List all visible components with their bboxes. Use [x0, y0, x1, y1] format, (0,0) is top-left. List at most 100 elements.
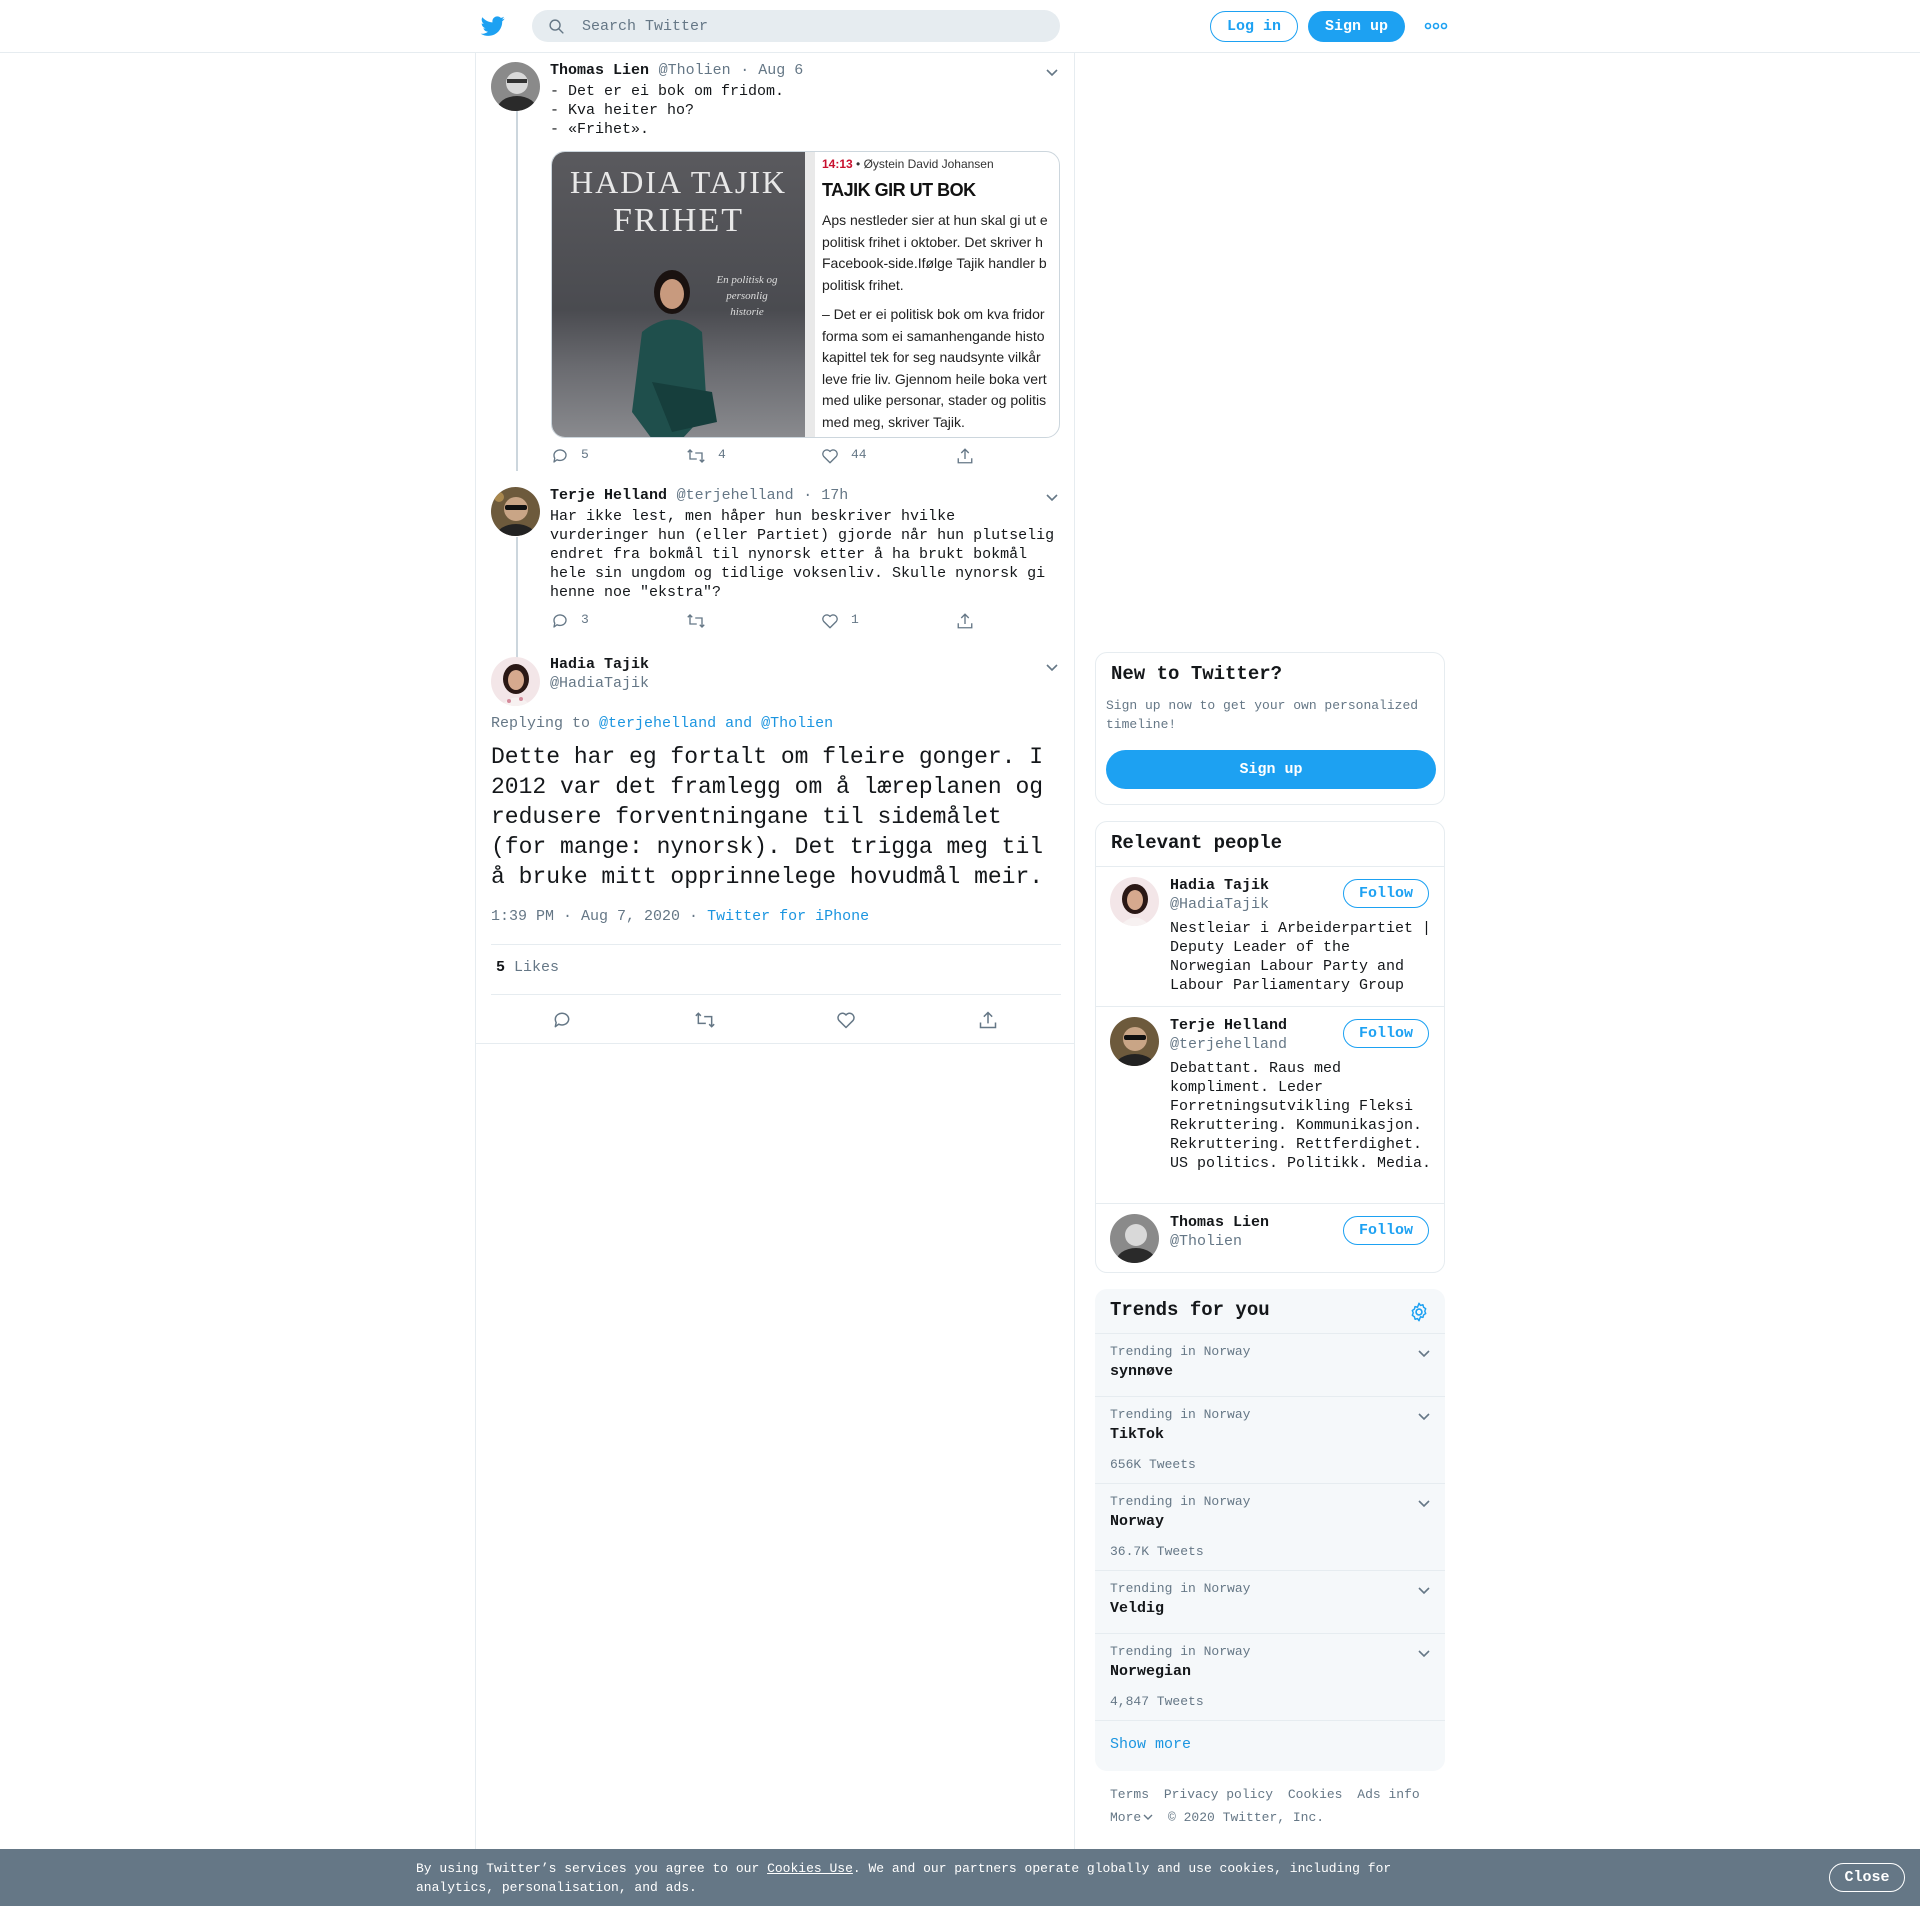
share-icon: [979, 1011, 997, 1029]
divider: [476, 1043, 1074, 1044]
like-button[interactable]: 1: [821, 612, 859, 630]
reply-button[interactable]: 3: [551, 612, 589, 630]
tweet-author-name[interactable]: Hadia Tajik: [550, 656, 649, 673]
person-handle[interactable]: @Tholien: [1170, 1233, 1242, 1250]
divider: [491, 994, 1061, 995]
trend-context: Trending in Norway: [1110, 1644, 1251, 1659]
chevron-down-icon[interactable]: [1417, 1585, 1431, 1595]
person-name[interactable]: Thomas Lien: [1170, 1214, 1269, 1231]
reply-button[interactable]: [552, 1010, 584, 1030]
trend-context: Trending in Norway: [1110, 1494, 1251, 1509]
main-timeline: Thomas Lien @Tholien · Aug 6 - Det er ei…: [475, 53, 1075, 1853]
article-line: Aps nestleder sier at hun skal gi ut e: [822, 212, 1048, 228]
retweet-button[interactable]: [686, 612, 718, 630]
retweet-icon: [695, 1012, 715, 1028]
trend-item[interactable]: Trending in Norway TikTok 656K Tweets: [1095, 1396, 1445, 1483]
reply-count: 3: [581, 612, 589, 627]
cookies-use-link[interactable]: Cookies Use: [767, 1861, 853, 1876]
show-more-link[interactable]: Show more: [1110, 1736, 1191, 1753]
person-handle[interactable]: @HadiaTajik: [1170, 896, 1269, 913]
chevron-down-icon: [1143, 1814, 1153, 1820]
trend-name: synnøve: [1110, 1363, 1174, 1380]
follow-button[interactable]: Follow: [1343, 1019, 1429, 1048]
tweet-author-name[interactable]: Thomas Lien: [550, 62, 649, 79]
article-author: • Øystein David Johansen: [856, 157, 994, 171]
sidebar-signup-button[interactable]: Sign up: [1106, 750, 1436, 789]
like-button[interactable]: 44: [821, 447, 867, 465]
chevron-down-icon[interactable]: [1417, 1348, 1431, 1358]
chevron-down-icon[interactable]: [1045, 662, 1059, 672]
person-row[interactable]: Hadia Tajik @HadiaTajik Nestleiar i Arbe…: [1096, 866, 1444, 1006]
trend-item[interactable]: Trending in Norway Norwegian 4,847 Tweet…: [1095, 1633, 1445, 1720]
tweet-timestamp[interactable]: 1:39 PM · Aug 7, 2020 ·: [491, 908, 698, 925]
thread-connector: [516, 537, 518, 665]
book-title: FRIHET: [613, 202, 744, 239]
person-name[interactable]: Hadia Tajik: [1170, 877, 1269, 894]
tweet-author-name[interactable]: Terje Helland: [550, 487, 667, 504]
tweet-author-handle[interactable]: @Tholien: [659, 62, 731, 79]
tweet-actions: 3 1: [551, 612, 1061, 632]
chevron-down-icon[interactable]: [1417, 1648, 1431, 1658]
article-line: leve frie liv. Gjennom heile boka vert: [822, 370, 1047, 387]
retweet-button[interactable]: [694, 1010, 728, 1030]
retweet-button[interactable]: 4: [686, 447, 726, 465]
tweet-time[interactable]: · 17h: [803, 487, 848, 504]
search-box[interactable]: [532, 10, 1060, 42]
tweet-author-handle[interactable]: @terjehelland: [677, 487, 794, 504]
likes-count: 5: [496, 959, 506, 976]
reply-button[interactable]: 5: [551, 447, 589, 465]
person-handle[interactable]: @terjehelland: [1170, 1036, 1287, 1053]
avatar[interactable]: [1110, 877, 1159, 926]
cookie-close-button[interactable]: Close: [1829, 1863, 1905, 1892]
likes-stat[interactable]: 5 Likes: [496, 959, 559, 976]
trend-item[interactable]: Trending in Norway Veldig: [1095, 1570, 1445, 1633]
chevron-down-icon[interactable]: [1417, 1498, 1431, 1508]
more-dots-icon[interactable]: [1424, 20, 1448, 32]
avatar[interactable]: [1110, 1214, 1159, 1263]
like-button[interactable]: [836, 1010, 868, 1030]
person-name[interactable]: Terje Helland: [1170, 1017, 1287, 1034]
follow-button[interactable]: Follow: [1343, 1216, 1429, 1245]
share-button[interactable]: [978, 1010, 1010, 1030]
avatar[interactable]: [491, 657, 540, 706]
reply-icon: [553, 614, 567, 628]
replying-to-label: Replying to: [491, 715, 591, 732]
search-input[interactable]: [582, 10, 1042, 42]
tweet-media-image[interactable]: HADIA TAJIK FRIHET En politisk og person…: [551, 151, 1060, 438]
share-button[interactable]: [956, 447, 986, 465]
footer-link-cookies[interactable]: Cookies: [1288, 1787, 1343, 1802]
signup-button[interactable]: Sign up: [1308, 11, 1405, 42]
reply-icon: [554, 1012, 570, 1028]
chevron-down-icon[interactable]: [1045, 492, 1059, 502]
share-icon: [957, 613, 973, 629]
avatar[interactable]: [491, 62, 540, 111]
person-row[interactable]: Thomas Lien @Tholien Follow: [1096, 1203, 1444, 1272]
footer-more-link[interactable]: More: [1110, 1810, 1153, 1825]
login-button[interactable]: Log in: [1210, 11, 1298, 42]
trend-item[interactable]: Trending in Norway Norway 36.7K Tweets: [1095, 1483, 1445, 1570]
tweet-source-link[interactable]: Twitter for iPhone: [707, 908, 869, 925]
share-button[interactable]: [956, 612, 986, 630]
twitter-bird-icon[interactable]: [480, 14, 506, 38]
relevant-people-card: Relevant people Hadia Tajik @HadiaTajik …: [1095, 821, 1445, 1273]
follow-button[interactable]: Follow: [1343, 879, 1429, 908]
tweet-time[interactable]: · Aug 6: [740, 62, 803, 79]
replying-to-users[interactable]: @terjehelland and @Tholien: [599, 715, 833, 732]
chevron-down-icon[interactable]: [1045, 67, 1059, 77]
footer-link-privacy[interactable]: Privacy policy: [1164, 1787, 1273, 1802]
article-headline: TAJIK GIR UT BOK: [822, 180, 976, 200]
gear-icon[interactable]: [1408, 1301, 1430, 1323]
focus-tweet-actions: [552, 1010, 1052, 1030]
article-line: med ulike personar, stader og politis: [822, 392, 1047, 408]
footer-more-label: More: [1110, 1810, 1142, 1825]
chevron-down-icon[interactable]: [1417, 1411, 1431, 1421]
book-cover: HADIA TAJIK FRIHET En politisk og person…: [552, 152, 805, 437]
trend-context: Trending in Norway: [1110, 1581, 1251, 1596]
footer-link-terms[interactable]: Terms: [1110, 1787, 1149, 1802]
tweet-author-handle[interactable]: @HadiaTajik: [550, 675, 649, 692]
avatar[interactable]: [1110, 1017, 1159, 1066]
avatar[interactable]: [491, 487, 540, 536]
person-row[interactable]: Terje Helland @terjehelland Debattant. R…: [1096, 1006, 1444, 1203]
footer-link-ads[interactable]: Ads info: [1357, 1787, 1419, 1802]
trend-item[interactable]: Trending in Norway synnøve: [1095, 1333, 1445, 1396]
